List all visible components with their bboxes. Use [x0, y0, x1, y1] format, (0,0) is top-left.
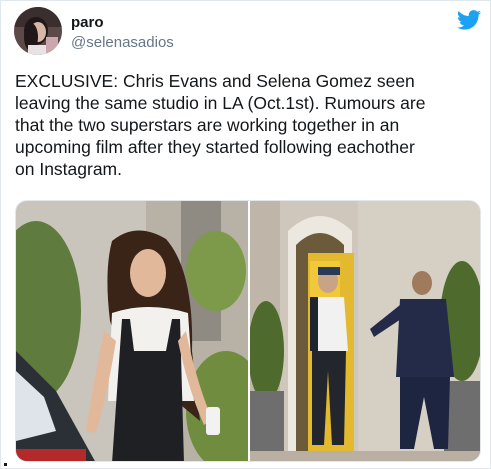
tweet-text: EXCLUSIVE: Chris Evans and Selena Gomez … — [15, 70, 485, 180]
tweet-photo-2[interactable] — [250, 201, 480, 461]
tweet-text-line: EXCLUSIVE: Chris Evans and Selena Gomez … — [15, 71, 415, 91]
twitter-bird-icon[interactable] — [457, 10, 481, 30]
tweet-text-line: leaving the same studio in LA (Oct.1st).… — [15, 93, 426, 113]
author-display-name[interactable]: paro — [71, 14, 104, 31]
tweet-card: paro @selenasadios EXCLUSIVE: Chris Evan… — [0, 0, 491, 469]
tweet-media-grid — [15, 200, 481, 462]
photo-men-at-studio-door-image — [250, 201, 480, 461]
corner-marker — [4, 463, 7, 466]
avatar-image — [14, 7, 62, 55]
tweet-text-line: upcoming film after they started followi… — [15, 137, 415, 157]
tweet-text-line: that the two superstars are working toge… — [15, 115, 400, 135]
photo-woman-in-overalls-image — [16, 201, 248, 461]
tweet-photo-1[interactable] — [16, 201, 248, 461]
tweet-text-line: on Instagram. — [15, 159, 122, 179]
author-avatar[interactable] — [14, 7, 62, 55]
author-handle[interactable]: @selenasadios — [71, 34, 174, 51]
